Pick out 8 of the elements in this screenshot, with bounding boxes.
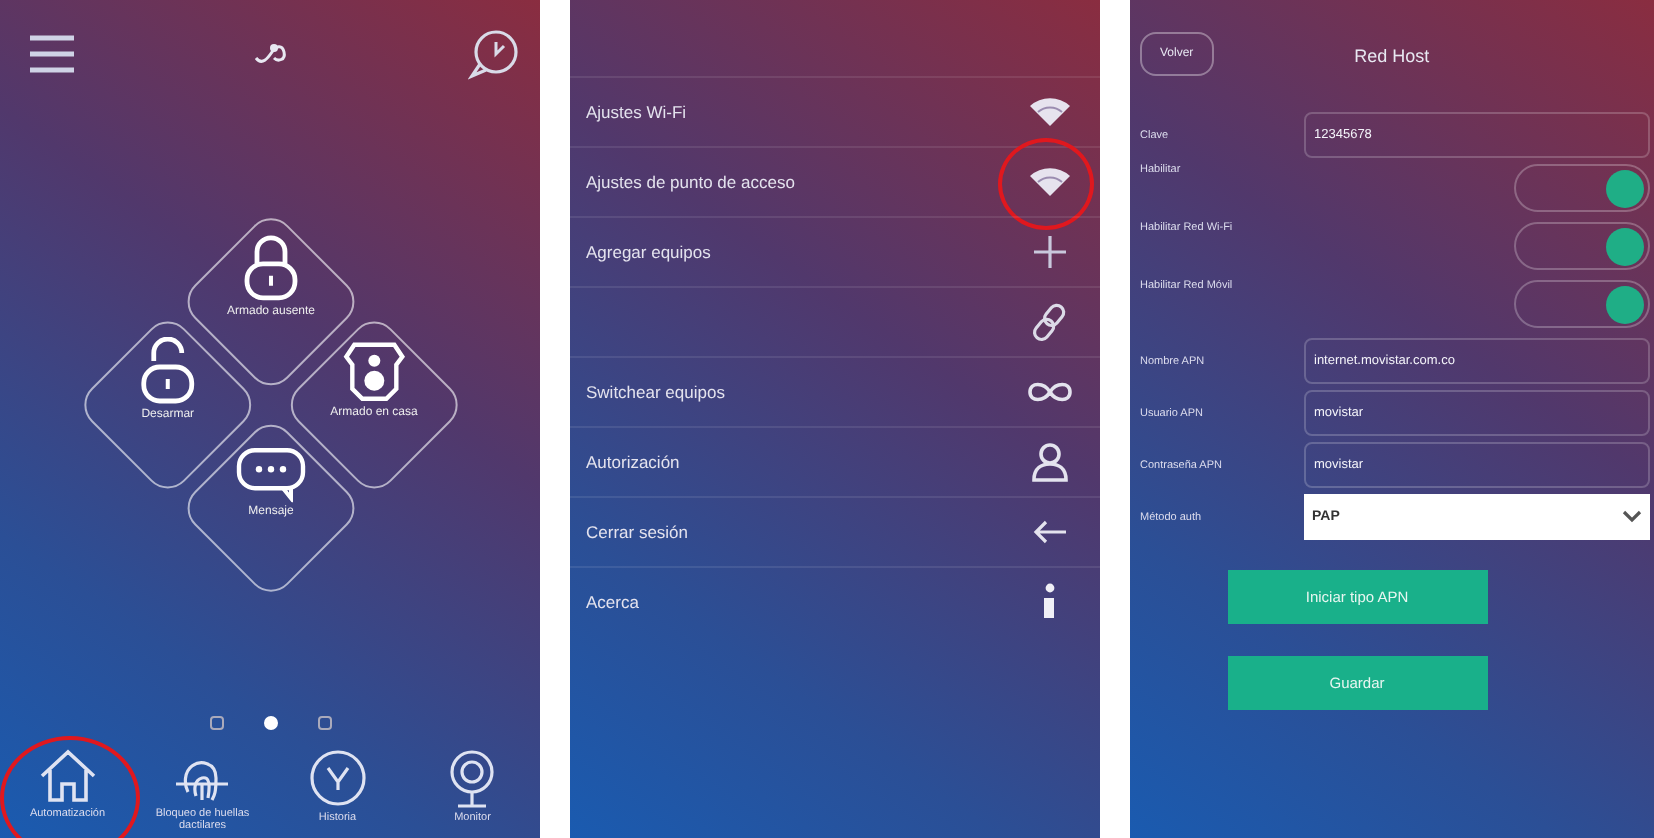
menu-item[interactable]: Agregar equipos (570, 216, 1100, 286)
menu-item[interactable]: Acerca (570, 566, 1100, 636)
screen-title: Red Host (1352, 46, 1432, 66)
menu-item[interactable]: Ajustes Wi-Fi (570, 76, 1100, 146)
menu-item[interactable]: Switchear equipos (570, 356, 1100, 426)
menu-item[interactable]: Autorización (570, 426, 1100, 496)
menu-item[interactable]: Ajustes de punto de acceso (570, 146, 1100, 216)
menu-item[interactable]: Cerrar sesión (570, 496, 1100, 566)
